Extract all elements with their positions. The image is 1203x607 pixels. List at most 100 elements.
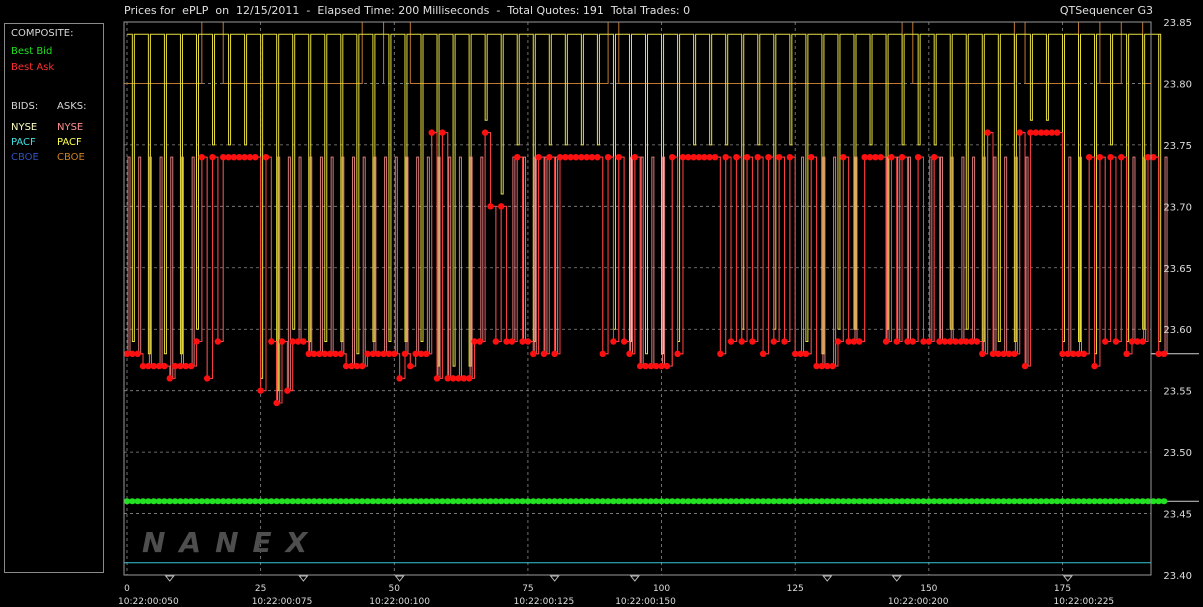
best-ask-point bbox=[1112, 338, 1120, 345]
best-ask-point bbox=[530, 350, 537, 357]
nanex-watermark: NANEX bbox=[142, 526, 322, 559]
x-tick-label: 50 bbox=[389, 584, 401, 594]
best-ask-point bbox=[979, 350, 986, 357]
best-ask-point bbox=[187, 362, 195, 370]
best-ask-point bbox=[278, 338, 286, 345]
best-ask-point bbox=[620, 338, 628, 345]
y-tick-label: 23.60 bbox=[1163, 325, 1192, 336]
y-tick-label: 23.50 bbox=[1163, 448, 1192, 459]
best-ask-point bbox=[984, 129, 991, 136]
best-ask-point bbox=[166, 375, 173, 382]
best-ask-point bbox=[802, 350, 810, 357]
best-ask-point bbox=[1053, 129, 1061, 136]
pacf-ask-line bbox=[127, 33, 1162, 392]
best-ask-point bbox=[476, 338, 484, 345]
y-tick-label: 23.70 bbox=[1163, 202, 1192, 213]
best-ask-point bbox=[524, 338, 532, 345]
time-marker bbox=[629, 575, 640, 582]
best-ask-point bbox=[508, 338, 516, 345]
best-ask-point bbox=[487, 203, 494, 210]
best-ask-point bbox=[743, 153, 751, 161]
best-ask-point bbox=[856, 338, 863, 345]
best-ask-point bbox=[209, 153, 216, 161]
time-label: 10:22:00:075 bbox=[252, 597, 313, 607]
best-ask-point bbox=[914, 153, 922, 161]
best-ask-point bbox=[663, 362, 671, 370]
best-ask-point bbox=[834, 338, 842, 345]
best-ask-point bbox=[626, 350, 633, 357]
time-label: 10:22:00:050 bbox=[118, 597, 179, 607]
x-tick-label: 125 bbox=[787, 584, 804, 594]
best-ask-point bbox=[775, 153, 783, 161]
best-ask-point bbox=[722, 153, 729, 161]
best-ask-point bbox=[594, 153, 601, 161]
best-ask-point bbox=[551, 350, 558, 357]
time-marker bbox=[822, 575, 833, 582]
best-ask-point bbox=[1085, 153, 1093, 161]
best-ask-point bbox=[214, 338, 222, 345]
time-label: 10:22:00:100 bbox=[369, 597, 430, 607]
x-tick-label: 25 bbox=[255, 584, 266, 594]
y-tick-label: 23.45 bbox=[1163, 510, 1192, 521]
best-bid-points bbox=[123, 498, 1168, 505]
best-ask-point bbox=[717, 350, 724, 357]
best-ask-point bbox=[1080, 350, 1088, 357]
best-ask-point bbox=[497, 203, 505, 210]
best-ask-point bbox=[300, 338, 307, 345]
best-ask-point bbox=[610, 338, 617, 345]
best-ask-point bbox=[1123, 350, 1130, 357]
time-label: 10:22:00:125 bbox=[514, 597, 575, 607]
y-tick-label: 23.65 bbox=[1163, 264, 1192, 275]
best-ask-point bbox=[134, 350, 141, 357]
x-tick-label: 0 bbox=[124, 584, 130, 594]
best-ask-point bbox=[888, 153, 895, 161]
x-tick-label: 75 bbox=[522, 584, 533, 594]
best-ask-point bbox=[428, 129, 435, 136]
best-ask-point bbox=[599, 350, 606, 357]
best-ask-point bbox=[973, 338, 981, 345]
time-marker bbox=[1062, 575, 1073, 582]
best-ask-point bbox=[203, 375, 211, 382]
best-ask-point bbox=[540, 350, 548, 357]
y-tick-label: 23.55 bbox=[1163, 387, 1192, 398]
best-ask-point bbox=[481, 129, 489, 136]
best-ask-point bbox=[1011, 350, 1018, 357]
best-ask-point bbox=[770, 338, 778, 345]
time-marker bbox=[298, 575, 309, 582]
best-ask-point bbox=[439, 129, 446, 136]
time-marker bbox=[549, 575, 560, 582]
best-ask-point bbox=[337, 350, 345, 357]
best-ask-point bbox=[161, 362, 168, 370]
best-ask-point bbox=[1021, 362, 1029, 370]
best-ask-point bbox=[733, 153, 740, 161]
time-marker bbox=[164, 575, 175, 582]
best-ask-point bbox=[749, 338, 756, 345]
best-ask-point bbox=[1139, 338, 1146, 345]
best-ask-point bbox=[257, 387, 264, 394]
best-ask-point bbox=[535, 153, 542, 161]
best-ask-point bbox=[781, 338, 788, 345]
best-ask-point bbox=[262, 153, 270, 161]
best-ask-point bbox=[1096, 153, 1104, 161]
best-ask-point bbox=[273, 399, 280, 407]
best-ask-point bbox=[604, 153, 612, 161]
best-ask-point bbox=[925, 338, 933, 345]
best-ask-point bbox=[738, 338, 745, 345]
best-ask-point bbox=[898, 153, 906, 161]
best-ask-point bbox=[359, 362, 366, 370]
series-lines bbox=[124, 21, 1199, 564]
best-ask-point bbox=[711, 153, 719, 161]
y-tick-label: 23.85 bbox=[1163, 18, 1192, 29]
best-ask-point bbox=[546, 153, 553, 161]
best-ask-point bbox=[1091, 362, 1098, 370]
best-ask-point bbox=[893, 338, 900, 345]
best-ask-point bbox=[1118, 153, 1125, 161]
x-tick-label: 175 bbox=[1054, 584, 1071, 594]
best-ask-point bbox=[808, 153, 815, 161]
best-ask-point bbox=[877, 153, 884, 161]
best-ask-point bbox=[198, 153, 206, 161]
best-ask-point bbox=[840, 153, 847, 161]
best-ask-point bbox=[514, 153, 521, 161]
x-tick-label: 150 bbox=[920, 584, 937, 594]
best-ask-point bbox=[615, 153, 622, 161]
